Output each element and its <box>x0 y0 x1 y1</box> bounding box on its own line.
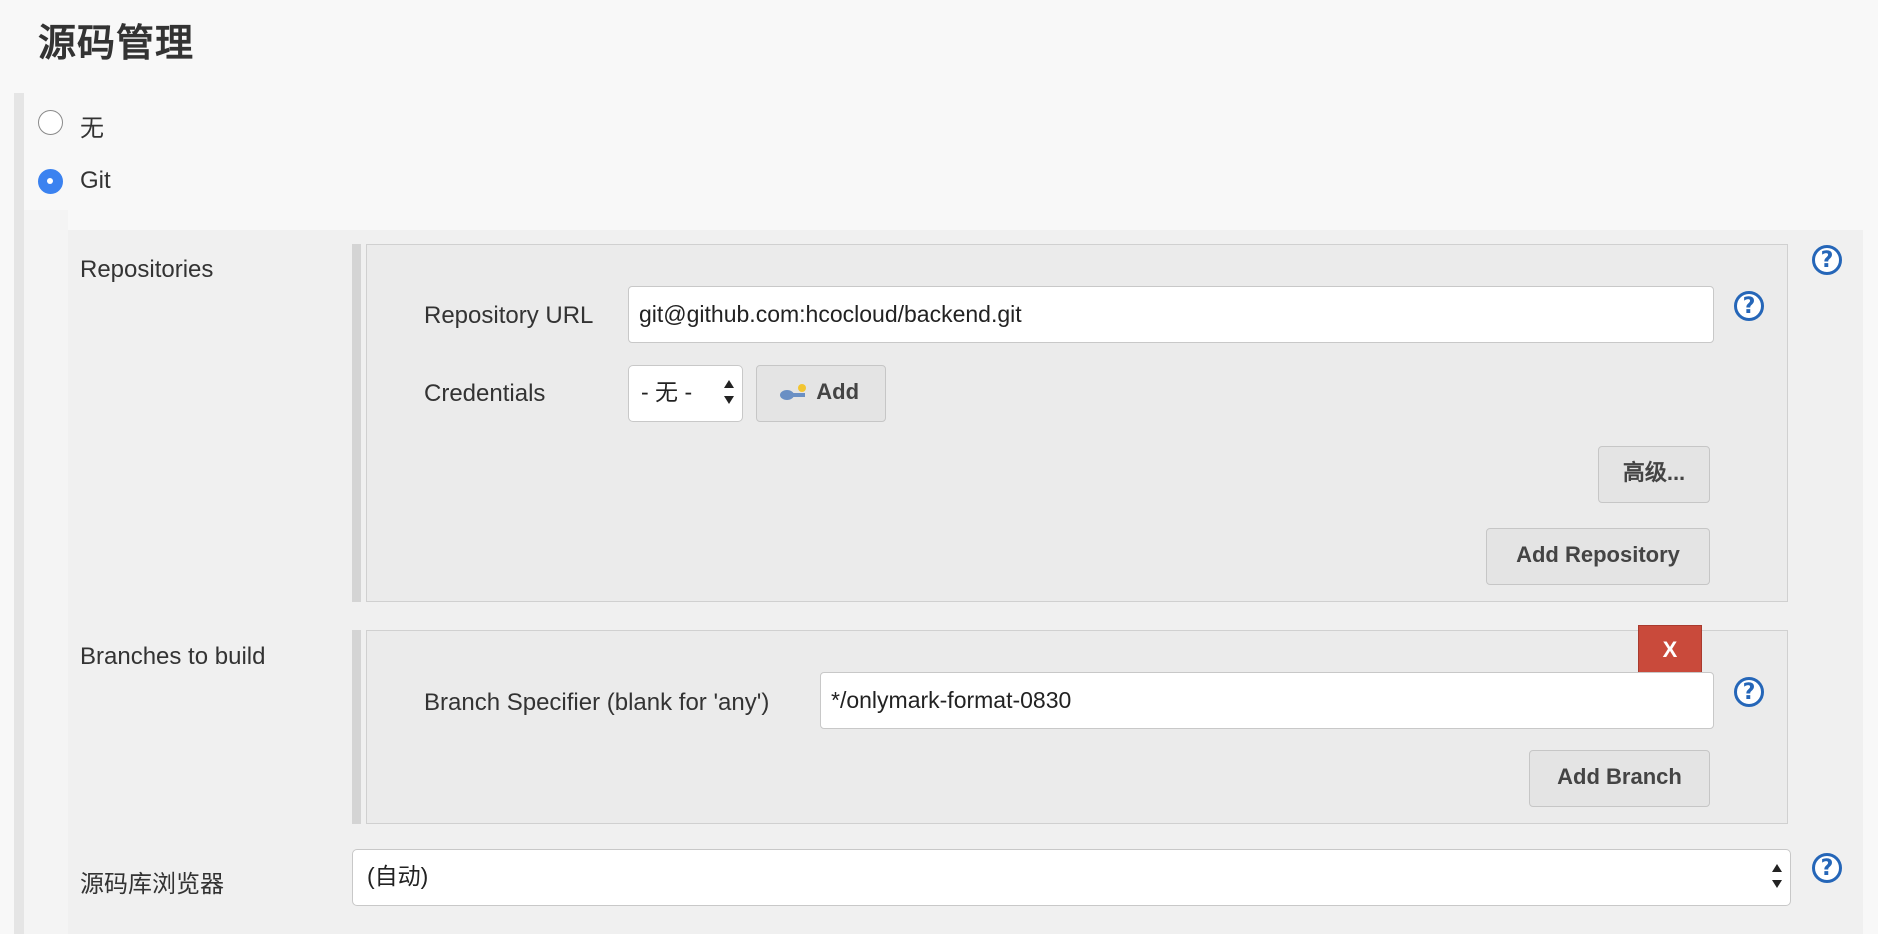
delete-branch-button[interactable]: X <box>1638 625 1702 675</box>
browser-chevron-icon <box>1772 864 1782 888</box>
repository-url-label: Repository URL <box>424 302 594 329</box>
repositories-box-bar <box>352 244 361 602</box>
repositories-label: Repositories <box>80 256 214 283</box>
credentials-label: Credentials <box>424 380 546 407</box>
branch-specifier-help-icon[interactable]: ? <box>1734 677 1764 707</box>
branch-specifier-label: Branch Specifier (blank for 'any') <box>424 689 770 716</box>
scm-none-radio[interactable] <box>38 110 63 135</box>
scm-git-label[interactable]: Git <box>80 167 111 195</box>
browser-help-icon[interactable]: ? <box>1812 853 1842 883</box>
branches-label: Branches to build <box>80 643 266 670</box>
add-repository-button[interactable]: Add Repository <box>1486 528 1710 585</box>
section-indent-bar <box>14 93 24 934</box>
key-icon <box>780 384 806 401</box>
browser-select[interactable]: (自动) <box>352 849 1791 906</box>
chevron-down-icon <box>724 380 734 404</box>
add-branch-button[interactable]: Add Branch <box>1529 750 1710 807</box>
repositories-help-icon[interactable]: ? <box>1812 245 1842 275</box>
git-options-indent <box>24 210 68 934</box>
credentials-add-button[interactable]: Add <box>756 365 886 422</box>
scm-none-label[interactable]: 无 <box>80 108 104 143</box>
advanced-button[interactable]: 高级... <box>1598 446 1710 503</box>
scm-git-radio[interactable] <box>38 169 63 194</box>
branches-box-bar <box>352 630 361 824</box>
credentials-selected-value: - 无 - <box>641 379 693 405</box>
repository-url-input[interactable]: git@github.com:hcocloud/backend.git <box>628 286 1714 343</box>
browser-selected-value: (自动) <box>367 863 429 889</box>
credentials-add-label: Add <box>816 379 860 404</box>
repository-url-help-icon[interactable]: ? <box>1734 291 1764 321</box>
branch-specifier-input[interactable]: */onlymark-format-0830 <box>820 672 1714 729</box>
browser-label: 源码库浏览器 <box>80 871 224 898</box>
section-title: 源码管理 <box>38 21 195 65</box>
credentials-select[interactable]: - 无 - <box>628 365 743 422</box>
